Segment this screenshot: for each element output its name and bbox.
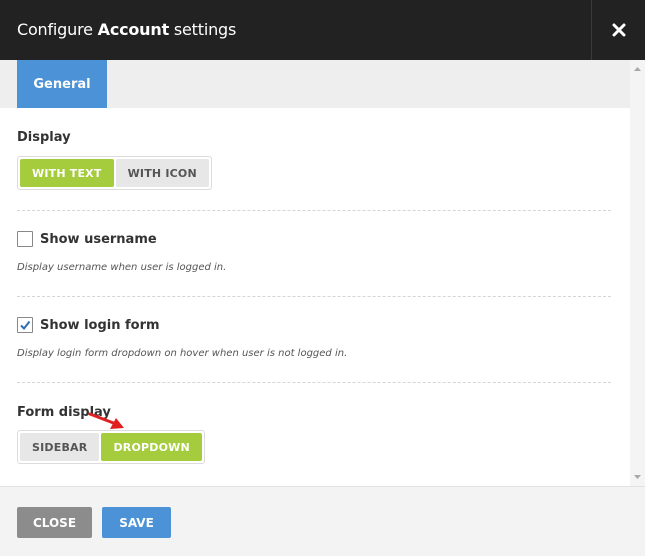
vertical-scrollbar[interactable] bbox=[630, 60, 645, 486]
show-username-checkbox[interactable] bbox=[17, 231, 33, 247]
close-dialog-button[interactable] bbox=[591, 0, 645, 60]
scroll-up-icon[interactable] bbox=[634, 66, 641, 73]
show-login-form-row: Show login form bbox=[17, 317, 160, 333]
show-username-help: Display username when user is logged in. bbox=[17, 262, 227, 273]
show-login-form-checkbox[interactable] bbox=[17, 317, 33, 333]
display-toggle-group: WITH TEXT WITH ICON bbox=[17, 156, 212, 190]
close-button[interactable]: CLOSE bbox=[17, 507, 92, 538]
annotation-arrow-icon bbox=[88, 412, 124, 429]
form-display-toggle-group: SIDEBAR DROPDOWN bbox=[17, 430, 205, 464]
title-prefix: Configure bbox=[17, 20, 98, 39]
divider bbox=[17, 296, 611, 297]
close-icon bbox=[612, 23, 625, 37]
title-bold: Account bbox=[97, 20, 170, 39]
dialog-footer: CLOSE SAVE bbox=[0, 486, 645, 556]
checkmark-icon bbox=[20, 320, 31, 331]
divider bbox=[17, 382, 611, 383]
dialog-title: Configure Account settings bbox=[17, 20, 236, 39]
show-username-row: Show username bbox=[17, 231, 157, 247]
sidebar-button[interactable]: SIDEBAR bbox=[20, 433, 100, 461]
title-suffix: settings bbox=[169, 20, 237, 39]
display-label: Display bbox=[17, 130, 71, 145]
dialog-header: Configure Account settings bbox=[0, 0, 645, 60]
divider bbox=[17, 210, 611, 211]
with-icon-button[interactable]: WITH ICON bbox=[115, 159, 209, 187]
show-login-form-label: Show login form bbox=[40, 317, 160, 333]
save-button[interactable]: SAVE bbox=[102, 507, 171, 538]
with-text-button[interactable]: WITH TEXT bbox=[20, 159, 114, 187]
tab-bar: General bbox=[0, 60, 630, 108]
scroll-down-icon[interactable] bbox=[634, 473, 641, 480]
dropdown-button[interactable]: DROPDOWN bbox=[101, 433, 202, 461]
tab-general[interactable]: General bbox=[17, 60, 107, 108]
show-login-form-help: Display login form dropdown on hover whe… bbox=[17, 348, 348, 359]
show-username-label: Show username bbox=[40, 231, 157, 247]
